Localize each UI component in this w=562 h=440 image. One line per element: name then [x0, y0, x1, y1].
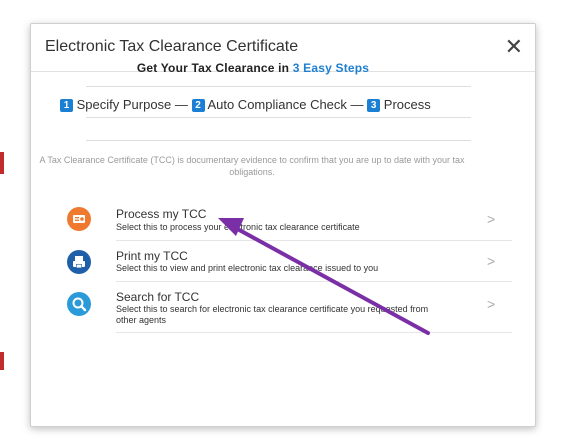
headline-accent: 3 Easy Steps: [292, 61, 370, 75]
certificate-icon: [67, 207, 91, 231]
option-title: Search for TCC: [116, 290, 200, 304]
option-divider: [116, 240, 512, 241]
step-separator: —: [174, 97, 188, 112]
close-button[interactable]: ✕: [505, 34, 523, 60]
step-1-number: 1: [60, 99, 73, 112]
dialog-title: Electronic Tax Clearance Certificate: [45, 38, 299, 55]
chevron-right-icon: >: [487, 211, 496, 227]
headline-text: Get Your Tax Clearance in: [136, 61, 293, 75]
step-3-label: Process: [383, 97, 431, 112]
step-2-number: 2: [191, 99, 205, 112]
chevron-right-icon: >: [487, 253, 496, 269]
option-subtitle: Select this to search for electronic tax…: [116, 304, 429, 325]
background-red-mark: [0, 152, 4, 174]
option-subtitle: Select this to process your electronic t…: [116, 222, 360, 232]
steps-headline: Get Your Tax Clearance in 3 Easy Steps: [86, 61, 420, 75]
divider: [86, 86, 471, 87]
background-red-mark: [0, 352, 4, 370]
step-separator: —: [350, 97, 364, 112]
step-3-number: 3: [367, 99, 381, 112]
divider: [86, 140, 471, 141]
step-2-label: Auto Compliance Check: [207, 97, 347, 112]
option-title: Print my TCC: [116, 249, 188, 263]
search-icon: [67, 292, 91, 316]
print-document-icon: [67, 250, 91, 274]
option-divider: [116, 281, 512, 282]
steps-row: 1 Specify Purpose — 2 Auto Compliance Ch…: [60, 97, 450, 112]
option-divider: [116, 332, 512, 333]
option-title: Process my TCC: [116, 207, 207, 221]
divider: [86, 117, 471, 118]
tcc-description: A Tax Clearance Certificate (TCC) is doc…: [39, 155, 465, 177]
chevron-right-icon: >: [487, 296, 496, 312]
step-1-label: Specify Purpose: [76, 97, 172, 112]
option-subtitle: Select this to view and print electronic…: [116, 263, 379, 273]
